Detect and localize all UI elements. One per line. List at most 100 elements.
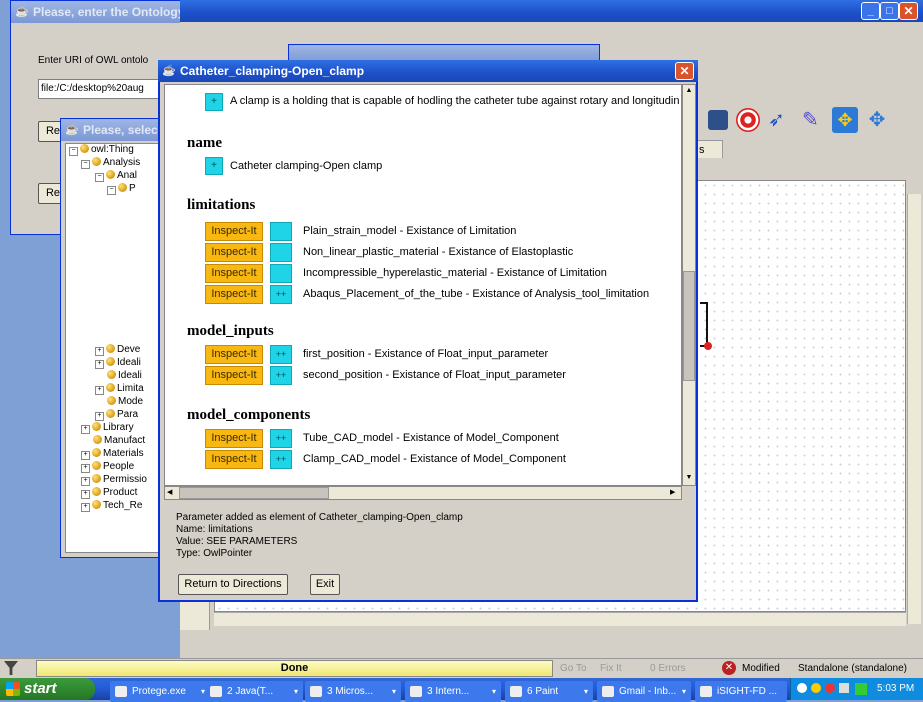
exit-button[interactable]: Exit bbox=[310, 574, 340, 595]
inspect-it-button[interactable]: Inspect-It bbox=[205, 345, 263, 364]
tree-node[interactable]: − Anal bbox=[95, 169, 137, 182]
inspect-it-button[interactable]: Inspect-It bbox=[205, 450, 263, 469]
expand-icon[interactable]: − bbox=[95, 173, 104, 182]
maximize-icon[interactable]: □ bbox=[880, 2, 899, 20]
tree-node[interactable]: + Library bbox=[81, 421, 134, 434]
start-button[interactable]: start bbox=[0, 678, 95, 700]
wand-icon[interactable]: ➶ bbox=[768, 108, 794, 132]
tree-node[interactable]: − P bbox=[107, 182, 136, 195]
add-button[interactable] bbox=[270, 264, 292, 283]
expand-icon[interactable]: − bbox=[81, 160, 90, 169]
inspect-it-button[interactable]: Inspect-It bbox=[205, 243, 263, 262]
tray-icon-2[interactable] bbox=[811, 683, 821, 693]
hscroll-thumb[interactable] bbox=[179, 487, 329, 499]
java-icon: ☕ bbox=[162, 65, 176, 77]
tree-node[interactable]: + Product bbox=[81, 486, 137, 499]
tray-icon-4[interactable] bbox=[839, 683, 849, 693]
signal-icon[interactable] bbox=[855, 683, 867, 695]
add-button[interactable]: ++ bbox=[270, 429, 292, 448]
go-to-button[interactable]: Go To bbox=[560, 661, 596, 677]
tree-node[interactable]: + Tech_Re bbox=[81, 499, 142, 512]
taskbar-item[interactable]: Protege.exe ▾ bbox=[110, 681, 210, 702]
expand-icon[interactable]: + bbox=[81, 425, 90, 434]
plus-button-top[interactable]: + bbox=[205, 93, 223, 111]
class-ball-icon bbox=[92, 500, 101, 509]
tree-node[interactable]: + Limita bbox=[95, 382, 144, 395]
inspect-it-button[interactable]: Inspect-It bbox=[205, 264, 263, 283]
expand-icon[interactable]: + bbox=[95, 412, 104, 421]
taskbar-item[interactable]: iSIGHT-FD ... bbox=[695, 681, 787, 702]
uri-input[interactable]: file:/C:/desktop%20aug bbox=[38, 79, 178, 99]
minimize-icon[interactable]: _ bbox=[861, 2, 880, 20]
class-ball-icon bbox=[107, 370, 116, 379]
tree-node-label: Manufact bbox=[104, 435, 146, 446]
app-icon bbox=[310, 686, 322, 697]
scroll-left-icon[interactable]: ◀ bbox=[167, 487, 172, 499]
tree-node-label: Anal bbox=[117, 170, 138, 181]
taskbar-item[interactable]: 3 Intern... ▾ bbox=[405, 681, 501, 702]
expand-icon[interactable]: + bbox=[81, 464, 90, 473]
expand-icon[interactable]: + bbox=[95, 386, 104, 395]
scroll-down-icon[interactable]: ▼ bbox=[684, 473, 694, 483]
tree-node[interactable]: + Permissio bbox=[81, 473, 147, 486]
inspect-it-button[interactable]: Inspect-It bbox=[205, 285, 263, 304]
return-to-directions-button[interactable]: Return to Directions bbox=[178, 574, 288, 595]
horizontal-scrollbar[interactable] bbox=[214, 612, 906, 626]
expand-icon[interactable]: + bbox=[81, 477, 90, 486]
tree-node[interactable]: + Para bbox=[95, 408, 138, 421]
tree-node[interactable]: + Deve bbox=[95, 343, 140, 356]
tree-node[interactable]: + People bbox=[81, 460, 134, 473]
scroll-right-icon[interactable]: ▶ bbox=[670, 487, 675, 499]
add-button[interactable]: ++ bbox=[270, 285, 292, 304]
tray-icon-1[interactable] bbox=[797, 683, 807, 693]
close-icon[interactable]: ✕ bbox=[675, 62, 694, 80]
taskbar-item[interactable]: 3 Micros... ▾ bbox=[305, 681, 401, 702]
inspect-it-button[interactable]: Inspect-It bbox=[205, 429, 263, 448]
tree-node[interactable]: + Ideali bbox=[95, 356, 141, 369]
tab-label[interactable]: s bbox=[695, 140, 723, 158]
move-icon-2[interactable]: ✥ bbox=[864, 107, 890, 133]
taskbar-item[interactable]: Gmail - Inb... ▾ bbox=[597, 681, 691, 702]
scroll-up-icon[interactable]: ▲ bbox=[684, 86, 694, 96]
expand-icon[interactable]: − bbox=[107, 186, 116, 195]
scroll-thumb[interactable] bbox=[683, 271, 695, 381]
move-icon-1[interactable]: ✥ bbox=[832, 107, 858, 133]
taskbar-item[interactable]: 6 Paint ▾ bbox=[505, 681, 593, 702]
tree-node-label: Library bbox=[103, 422, 134, 433]
dialog-hscroll[interactable]: ◀ ▶ bbox=[164, 486, 682, 500]
add-button[interactable] bbox=[270, 243, 292, 262]
expand-icon[interactable]: + bbox=[81, 490, 90, 499]
expand-icon[interactable]: + bbox=[95, 347, 104, 356]
expand-icon[interactable]: + bbox=[81, 503, 90, 512]
add-button[interactable] bbox=[270, 222, 292, 241]
inspect-it-button[interactable]: Inspect-It bbox=[205, 366, 263, 385]
expand-icon[interactable]: + bbox=[95, 360, 104, 369]
inspect-it-button[interactable]: Inspect-It bbox=[205, 222, 263, 241]
chevron-down-icon: ▾ bbox=[583, 687, 588, 696]
add-button[interactable]: ++ bbox=[270, 450, 292, 469]
close-icon[interactable]: ✕ bbox=[899, 2, 918, 20]
tree-node[interactable]: Manufact bbox=[93, 434, 145, 447]
dialog-vscroll[interactable]: ▲ ▼ bbox=[682, 84, 696, 486]
add-button[interactable]: ++ bbox=[270, 345, 292, 364]
plus-button-name[interactable]: + bbox=[205, 157, 223, 175]
tree-node[interactable]: − Analysis bbox=[81, 156, 140, 169]
add-button[interactable]: ++ bbox=[270, 366, 292, 385]
expand-icon[interactable]: − bbox=[69, 147, 78, 156]
app-icon bbox=[115, 686, 127, 697]
taskbar-item[interactable]: 2 Java(T... ▾ bbox=[205, 681, 303, 702]
fix-it-button[interactable]: Fix It bbox=[600, 661, 632, 677]
pen-icon[interactable]: ✎ bbox=[802, 108, 828, 132]
tree-node[interactable]: Mode bbox=[107, 395, 143, 408]
tree-node[interactable]: − owl:Thing bbox=[69, 143, 134, 156]
tree-node[interactable]: + Materials bbox=[81, 447, 144, 460]
tree-node[interactable]: Ideali bbox=[107, 369, 142, 382]
toolbar-icon-1[interactable] bbox=[708, 110, 728, 130]
vertical-scrollbar[interactable] bbox=[907, 194, 921, 624]
tree-node-label: Deve bbox=[117, 344, 141, 355]
target-icon[interactable] bbox=[736, 108, 760, 132]
taskbar-item-label: 3 Micros... bbox=[327, 686, 374, 697]
class-ball-icon bbox=[107, 396, 116, 405]
tray-icon-3[interactable] bbox=[825, 683, 835, 693]
expand-icon[interactable]: + bbox=[81, 451, 90, 460]
